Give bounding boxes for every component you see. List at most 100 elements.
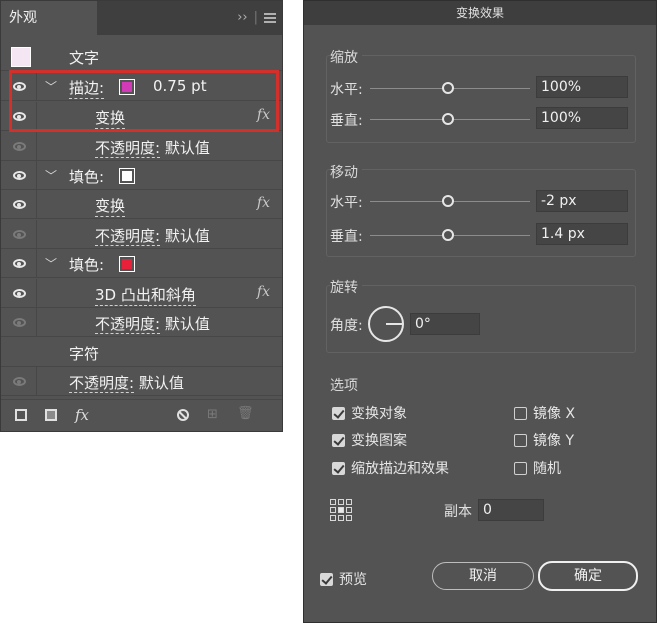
chevron-down-icon[interactable]: ﹀ <box>45 167 57 184</box>
chevron-down-icon[interactable]: ﹀ <box>45 255 57 272</box>
transform-patterns-checkbox[interactable]: 变换图案 <box>332 430 407 450</box>
scale-strokes-label: 缩放描边和效果 <box>351 461 449 477</box>
chevron-down-icon[interactable]: ﹀ <box>45 78 57 95</box>
opacity-label[interactable]: 不透明度: <box>69 374 135 393</box>
angle-label: 角度: <box>330 318 363 334</box>
checkbox-icon[interactable] <box>332 461 345 475</box>
fx-icon[interactable]: fx <box>257 284 270 300</box>
move-vertical-label: 垂直: <box>330 229 363 245</box>
visibility-eye-icon[interactable] <box>13 289 26 298</box>
panel-menu-icon[interactable] <box>264 12 276 23</box>
add-new-stroke-icon[interactable] <box>15 409 27 421</box>
preview-checkbox[interactable]: 预览 <box>320 569 367 589</box>
cancel-button[interactable]: 取消 <box>432 562 534 590</box>
row-stroke-opacity[interactable]: 不透明度: 默认值 <box>1 132 282 161</box>
transform-patterns-label: 变换图案 <box>351 433 407 449</box>
random-label: 随机 <box>533 461 561 477</box>
ok-button[interactable]: 确定 <box>538 561 638 591</box>
visibility-eye-icon[interactable] <box>13 318 26 327</box>
preview-label: 预览 <box>339 572 367 588</box>
row-characters[interactable]: 字符 <box>1 338 282 367</box>
reflect-x-checkbox[interactable]: 镜像 X <box>514 403 575 423</box>
visibility-eye-icon[interactable] <box>13 171 26 180</box>
stroke-label[interactable]: 描边: <box>69 77 105 99</box>
scale-horizontal-label: 水平: <box>330 82 363 98</box>
reflect-y-checkbox[interactable]: 镜像 Y <box>514 430 574 450</box>
move-vertical-slider-thumb[interactable] <box>442 229 454 241</box>
checkbox-icon[interactable] <box>514 433 527 447</box>
opacity-value: 默认值 <box>164 139 210 157</box>
transform-effect-dialog: 变换效果 缩放 水平: 100% 垂直: 100% 移动 水平: -2 px 垂… <box>303 0 657 623</box>
opacity-label[interactable]: 不透明度: <box>95 139 161 158</box>
expand-panel-icon[interactable]: ›› <box>237 10 247 25</box>
tab-appearance[interactable]: 外观 <box>1 1 97 35</box>
scale-vertical-slider-thumb[interactable] <box>442 113 454 125</box>
row-stroke-transform[interactable]: 变换 fx <box>1 102 282 131</box>
scale-horizontal-slider-thumb[interactable] <box>442 82 454 94</box>
transform-effect-link[interactable]: 变换 <box>95 195 126 217</box>
reference-point-locator-icon[interactable] <box>330 499 352 521</box>
copies-input[interactable]: 0 <box>478 499 544 521</box>
checkbox-icon[interactable] <box>514 406 527 420</box>
move-horizontal-slider-thumb[interactable] <box>442 195 454 207</box>
opacity-value: 默认值 <box>164 315 210 333</box>
angle-input[interactable]: 0° <box>410 313 480 335</box>
visibility-eye-icon[interactable] <box>13 230 26 239</box>
transform-effect-link[interactable]: 变换 <box>95 107 126 129</box>
add-new-fill-icon[interactable] <box>45 409 57 421</box>
clear-appearance-icon[interactable] <box>177 409 189 421</box>
transform-objects-label: 变换对象 <box>351 406 407 422</box>
row-3d-effect[interactable]: 3D 凸出和斜角 fx <box>1 279 282 308</box>
move-horizontal-input[interactable]: -2 px <box>536 190 628 212</box>
fx-icon[interactable]: fx <box>257 195 270 211</box>
scale-heading: 缩放 <box>330 47 362 67</box>
checkbox-icon[interactable] <box>332 433 345 447</box>
fill-color-swatch[interactable] <box>119 168 135 184</box>
random-checkbox[interactable]: 随机 <box>514 458 561 478</box>
move-horizontal-label: 水平: <box>330 195 363 211</box>
3d-effect-link[interactable]: 3D 凸出和斜角 <box>95 284 196 306</box>
visibility-eye-icon[interactable] <box>13 142 26 151</box>
visibility-eye-icon[interactable] <box>13 377 26 386</box>
opacity-row-text: 不透明度: 默认值 <box>69 372 184 393</box>
checkbox-icon[interactable] <box>320 572 333 586</box>
object-thumbnail <box>11 47 31 67</box>
opacity-label[interactable]: 不透明度: <box>95 227 161 246</box>
checkbox-icon[interactable] <box>514 461 527 475</box>
checkbox-icon[interactable] <box>332 406 345 420</box>
delete-item-icon[interactable]: 🗑 <box>237 406 254 421</box>
transform-objects-checkbox[interactable]: 变换对象 <box>332 403 407 423</box>
opacity-row-text: 不透明度: 默认值 <box>95 137 210 158</box>
scale-strokes-checkbox[interactable]: 缩放描边和效果 <box>332 458 449 478</box>
fx-icon[interactable]: fx <box>257 107 270 123</box>
visibility-eye-icon[interactable] <box>13 200 26 209</box>
visibility-eye-icon[interactable] <box>13 112 26 121</box>
row-stroke[interactable]: ﹀ 描边: 0.75 pt <box>1 72 282 101</box>
opacity-row-text: 不透明度: 默认值 <box>95 225 210 246</box>
stroke-weight-value[interactable]: 0.75 pt <box>153 77 207 95</box>
row-text-object[interactable]: 文字 <box>1 42 282 71</box>
appearance-panel: 外观 ›› | 文字 ﹀ 描边: 0.75 pt 变换 fx 不透明度: 默认值… <box>0 0 283 432</box>
visibility-eye-icon[interactable] <box>13 259 26 268</box>
fill-color-swatch[interactable] <box>119 256 135 272</box>
row-text-label: 文字 <box>69 49 100 67</box>
row-fill-transform[interactable]: 变换 fx <box>1 190 282 219</box>
scale-vertical-input[interactable]: 100% <box>536 107 628 129</box>
reflect-x-label: 镜像 X <box>533 406 576 422</box>
row-fill-white[interactable]: ﹀ 填色: <box>1 161 282 190</box>
scale-horizontal-input[interactable]: 100% <box>536 76 628 98</box>
dialog-title: 变换效果 <box>304 1 656 25</box>
move-vertical-input[interactable]: 1.4 px <box>536 223 628 245</box>
row-fill2-opacity[interactable]: 不透明度: 默认值 <box>1 308 282 337</box>
stroke-color-swatch[interactable] <box>119 79 135 95</box>
add-effect-fx-icon[interactable]: fx <box>75 406 89 424</box>
row-fill-red[interactable]: ﹀ 填色: <box>1 249 282 278</box>
row-overall-opacity[interactable]: 不透明度: 默认值 <box>1 367 282 396</box>
row-fill-opacity[interactable]: 不透明度: 默认值 <box>1 220 282 249</box>
visibility-eye-icon[interactable] <box>13 82 26 91</box>
opacity-value: 默认值 <box>138 374 184 392</box>
fill-label: 填色: <box>69 168 105 186</box>
opacity-label[interactable]: 不透明度: <box>95 315 161 334</box>
angle-dial-icon[interactable] <box>368 306 404 342</box>
duplicate-item-icon[interactable]: ⊞ <box>207 407 218 422</box>
